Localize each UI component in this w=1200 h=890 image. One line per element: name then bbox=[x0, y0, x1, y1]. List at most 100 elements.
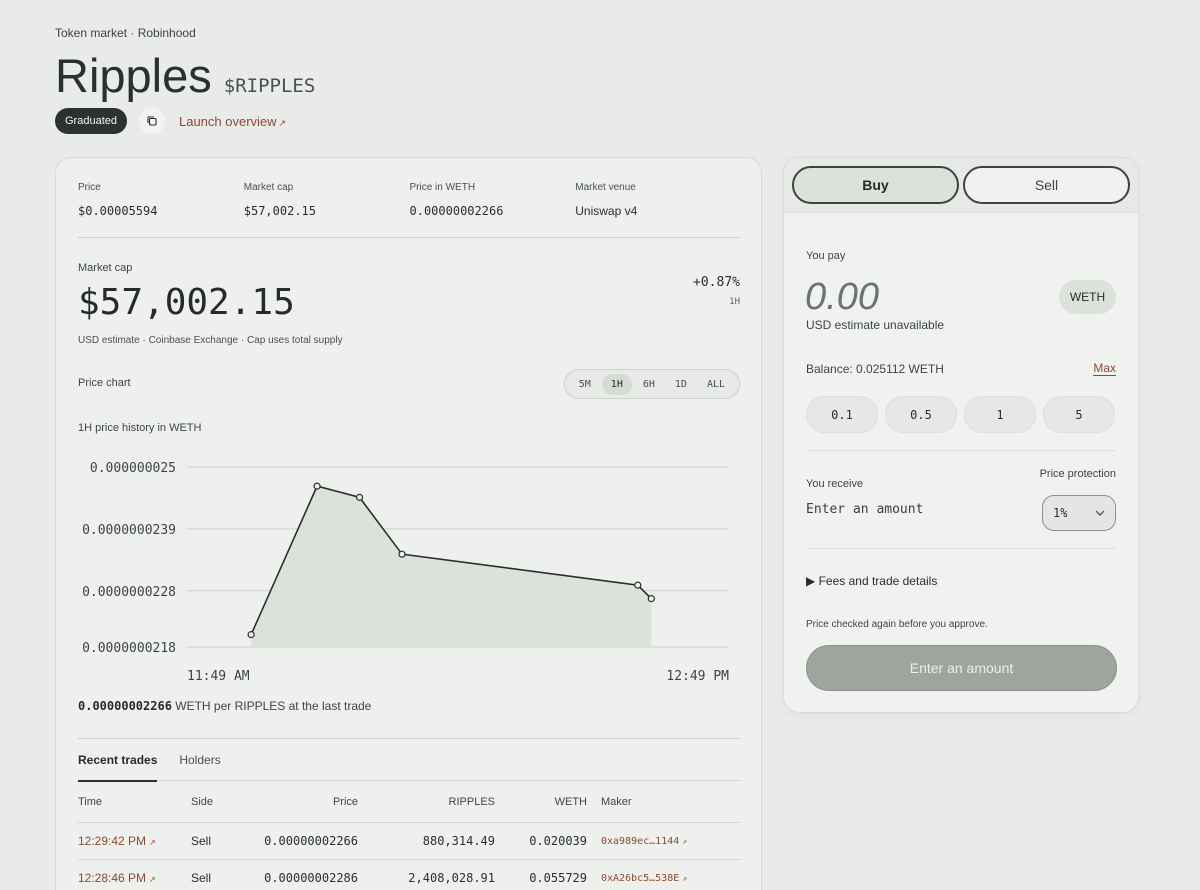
fees-label: Fees and trade details bbox=[818, 574, 938, 588]
x-tick-label: 12:49 PM bbox=[666, 669, 729, 684]
submit-button[interactable]: Enter an amount bbox=[806, 645, 1117, 691]
trade-price: 0.00000002286 bbox=[264, 871, 358, 885]
range-5m[interactable]: 5M bbox=[570, 374, 600, 395]
last-trade: 0.00000002266 WETH per RIPPLES at the la… bbox=[78, 699, 371, 713]
trade-time: 12:28:46 PM bbox=[78, 871, 147, 885]
breadcrumb: Token market · Robinhood bbox=[55, 26, 196, 40]
history-label: 1H price history in WETH bbox=[78, 422, 202, 434]
token-page: Token market · Robinhood Ripples $RIPPLE… bbox=[0, 0, 1200, 890]
data-point bbox=[247, 631, 255, 639]
price-check-note: Price checked again before you approve. bbox=[806, 619, 988, 630]
balance: Balance: 0.025112 WETH bbox=[806, 362, 944, 376]
chevron-down-icon bbox=[1095, 510, 1105, 516]
table-row: 12:29:42 PM ↗ Sell 0.00000002266 880,314.… bbox=[78, 823, 741, 860]
stat-value: $57,002.15 bbox=[243, 204, 316, 218]
range-1h[interactable]: 1H bbox=[601, 373, 632, 395]
data-point bbox=[355, 493, 364, 501]
trade-ripples: 880,314.49 bbox=[422, 834, 495, 848]
external-link-icon: ↗ bbox=[682, 836, 688, 846]
tab-recent-trades[interactable]: Recent trades bbox=[78, 739, 158, 782]
y-tick-label: 0.000000025 bbox=[90, 461, 176, 476]
trade-ripples: 2,408,028.91 bbox=[408, 871, 495, 885]
last-trade-suffix: WETH per RIPPLES at the last trade bbox=[175, 699, 372, 713]
pay-amount-input[interactable]: 0.00 bbox=[805, 276, 879, 319]
table-header: Time Side Price RIPPLES WETH Maker bbox=[78, 781, 741, 823]
price-chart-label: Price chart bbox=[78, 377, 131, 389]
pay-token-selector[interactable]: WETH bbox=[1059, 280, 1116, 314]
disclosure-triangle-icon: ▶ bbox=[806, 574, 816, 588]
external-link-icon: ↗ bbox=[149, 838, 156, 847]
trade-price: 0.00000002266 bbox=[264, 834, 358, 848]
divider bbox=[806, 548, 1116, 549]
stat-market-cap: Market cap $57,002.15 bbox=[244, 182, 410, 218]
range-6h[interactable]: 6H bbox=[634, 374, 664, 395]
y-tick-label: 0.0000000228 bbox=[82, 585, 176, 600]
trade-side: Sell bbox=[191, 871, 212, 885]
trades-tabs: Recent trades Holders bbox=[78, 738, 741, 782]
trade-side: Sell bbox=[191, 834, 212, 848]
stats-row: Price $0.00005594 Market cap $57,002.15 … bbox=[78, 182, 741, 218]
trade-weth: 0.020039 bbox=[529, 834, 587, 848]
max-button[interactable]: Max bbox=[1093, 362, 1116, 376]
slippage-select[interactable]: 1% bbox=[1042, 495, 1116, 531]
copy-button[interactable] bbox=[138, 108, 165, 134]
last-trade-value: 0.00000002266 bbox=[78, 699, 172, 713]
divider bbox=[806, 450, 1116, 451]
range-all[interactable]: ALL bbox=[698, 374, 734, 395]
stat-price: Price $0.00005594 bbox=[78, 182, 244, 218]
buy-sell-toggle: Buy Sell bbox=[784, 158, 1138, 213]
external-link-icon: ↗ bbox=[682, 873, 688, 883]
trade-maker: 0xA26bc5…538E bbox=[601, 872, 680, 884]
trade-time-link[interactable]: 12:28:46 PM ↗ bbox=[78, 871, 191, 885]
trade-panel: Buy Sell You pay 0.00 WETH USD estimate … bbox=[783, 157, 1139, 713]
trade-maker-link[interactable]: 0xa989ec…1144 ↗ bbox=[587, 836, 717, 847]
market-cap-period: 1H bbox=[729, 297, 740, 307]
token-ticker: $RIPPLES bbox=[223, 75, 316, 97]
external-link-icon: ↗ bbox=[278, 117, 287, 128]
data-point bbox=[398, 550, 406, 558]
fees-disclosure[interactable]: ▶ Fees and trade details bbox=[806, 574, 937, 588]
trade-maker-link[interactable]: 0xA26bc5…538E ↗ bbox=[587, 873, 717, 884]
market-cap-change: +0.87% bbox=[693, 275, 740, 290]
trade-time-link[interactable]: 12:29:42 PM ↗ bbox=[78, 834, 191, 848]
stat-value: 0.00000002266 bbox=[409, 204, 504, 218]
stat-label: Price bbox=[78, 182, 101, 193]
sell-button[interactable]: Sell bbox=[963, 166, 1130, 204]
trades-table: Time Side Price RIPPLES WETH Maker 12:29… bbox=[78, 781, 741, 890]
tab-holders[interactable]: Holders bbox=[179, 739, 220, 780]
trade-time: 12:29:42 PM bbox=[78, 834, 147, 848]
stat-label: Market cap bbox=[243, 182, 294, 193]
table-row: 12:28:46 PM ↗ Sell 0.00000002286 2,408,02… bbox=[78, 860, 741, 890]
range-selector: 5M 1H 6H 1D ALL bbox=[563, 369, 740, 399]
receive-label: You receive bbox=[806, 478, 864, 490]
y-tick-label: 0.0000000218 bbox=[82, 641, 176, 656]
quick-amount-button[interactable]: 1 bbox=[964, 396, 1036, 433]
market-cap-note: USD estimate · Coinbase Exchange · Cap u… bbox=[78, 335, 343, 346]
slippage-value: 1% bbox=[1053, 506, 1068, 520]
badge-row: Graduated Launch overview ↗ bbox=[55, 108, 286, 134]
col-weth: WETH bbox=[554, 795, 587, 808]
stat-value: $0.00005594 bbox=[78, 204, 158, 218]
stat-label: Price in WETH bbox=[409, 182, 476, 193]
stat-venue: Market venue Uniswap v4 bbox=[575, 182, 741, 218]
data-point bbox=[313, 482, 321, 490]
launch-overview-link[interactable]: Launch overview ↗ bbox=[179, 114, 286, 129]
title-row: Ripples $RIPPLES bbox=[55, 48, 315, 103]
range-1d[interactable]: 1D bbox=[666, 374, 696, 395]
page-title: Ripples bbox=[55, 49, 212, 102]
quick-amount-button[interactable]: 5 bbox=[1043, 396, 1115, 433]
status-badge: Graduated bbox=[55, 108, 127, 134]
col-side: Side bbox=[191, 795, 214, 808]
usd-estimate: USD estimate unavailable bbox=[806, 318, 945, 332]
market-cap-label: Market cap bbox=[78, 262, 133, 274]
buy-button[interactable]: Buy bbox=[792, 166, 959, 204]
quick-amount-button[interactable]: 0.5 bbox=[885, 396, 957, 433]
quick-amount-button[interactable]: 0.1 bbox=[806, 396, 878, 433]
copy-icon bbox=[147, 116, 157, 126]
receive-amount-field[interactable]: Enter an amount bbox=[806, 502, 923, 517]
col-ripples: RIPPLES bbox=[448, 795, 495, 808]
external-link-icon: ↗ bbox=[149, 875, 156, 884]
data-point bbox=[634, 581, 642, 589]
quick-amounts: 0.1 0.5 1 5 bbox=[806, 396, 1115, 433]
data-point bbox=[647, 595, 655, 603]
